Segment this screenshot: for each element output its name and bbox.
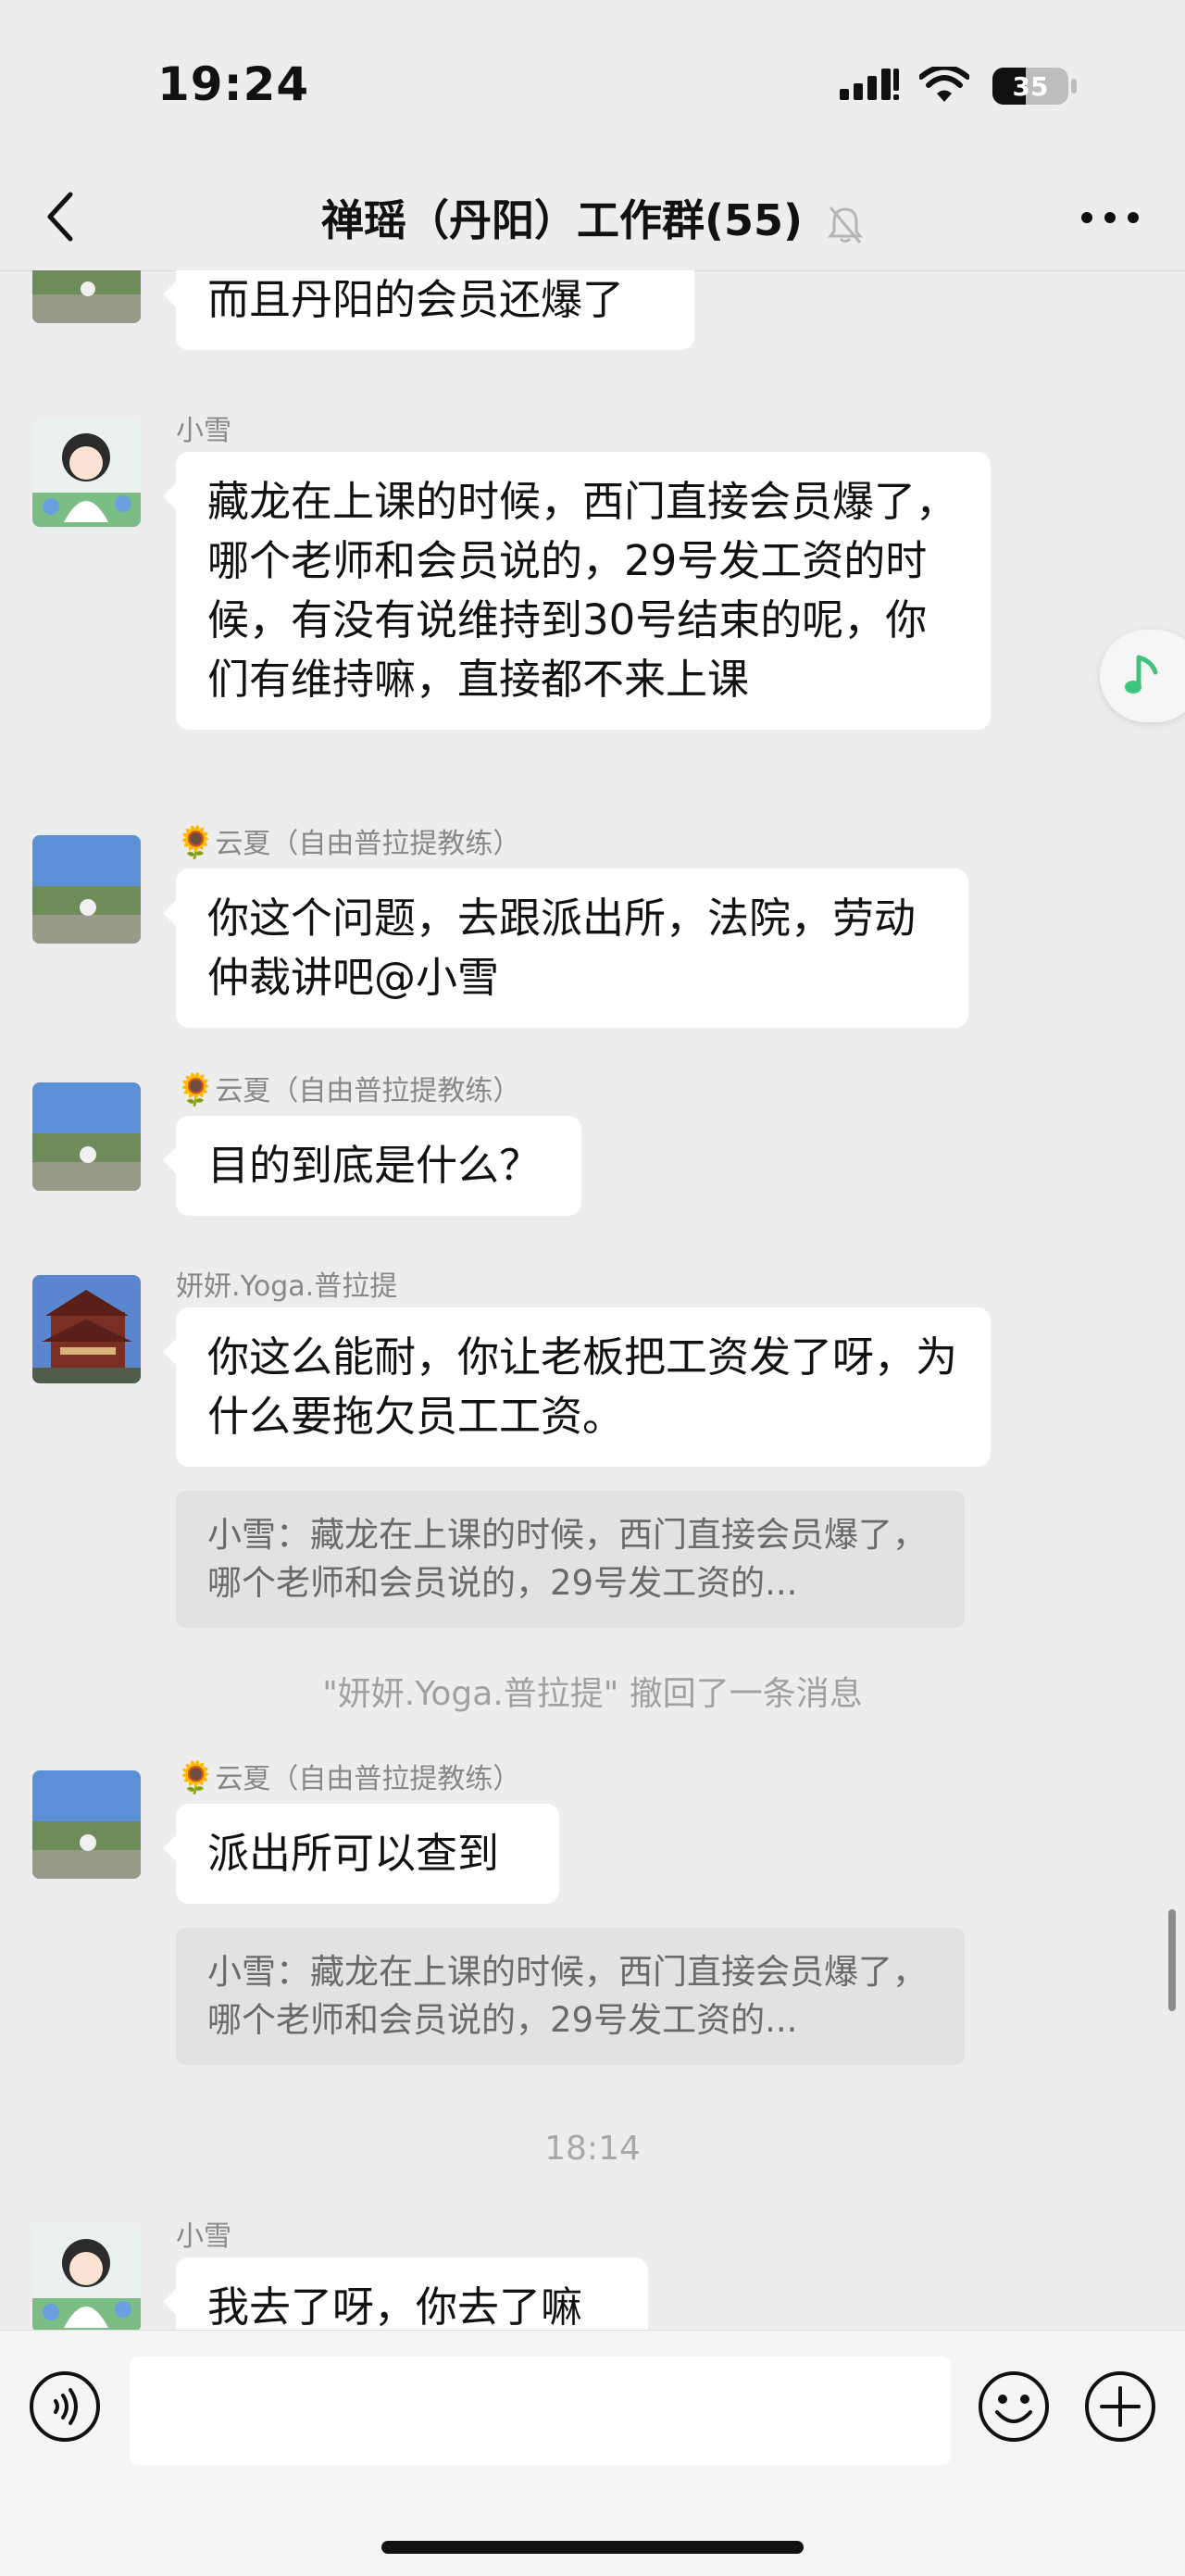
avatar-xiaoxue[interactable]: [32, 2224, 141, 2330]
message-text: 你这个问题，去跟派出所，法院，劳动仲裁讲吧@小雪: [207, 894, 917, 1002]
message-text: 派出所可以查到: [207, 1829, 500, 1878]
avatar-xiaoxue[interactable]: [32, 419, 141, 527]
bell-off-icon: [827, 206, 864, 244]
input-bar: [0, 2330, 1185, 2576]
wifi-icon: [919, 67, 969, 102]
avatar-yunxia[interactable]: [32, 1082, 141, 1191]
sunflower-emoji: 🌻: [176, 1071, 216, 1108]
sunflower-emoji: 🌻: [176, 1759, 216, 1796]
sender-name: 🌻云夏（自由普拉提教练）: [176, 1068, 520, 1108]
message-text: 藏龙在上课的时候，西门直接会员爆了，哪个老师和会员说的，29号发工资的时候，有没…: [207, 477, 958, 704]
sender-name: 妍妍.Yoga.普拉提: [176, 1270, 398, 1303]
sender-name: 小雪: [176, 415, 231, 447]
status-time: 19:24: [157, 57, 310, 111]
nav-bar: 禅瑶（丹阳）工作群(55): [0, 167, 1185, 271]
message-bubble[interactable]: 你这个问题，去跟派出所，法院，劳动仲裁讲吧@小雪: [163, 869, 968, 1028]
recall-notice: "妍妍.Yoga.普拉提" 撤回了一条消息: [322, 1675, 863, 1713]
message-text: 目的到底是什么？: [207, 1141, 542, 1190]
plus-icon[interactable]: [1083, 2370, 1157, 2444]
message-bubble[interactable]: 派出所可以查到: [163, 1804, 559, 1904]
sender-label: 云夏（自由普拉提教练）: [215, 1075, 521, 1107]
battery-level: 35: [1013, 71, 1049, 102]
sender-name: 🌻云夏（自由普拉提教练）: [176, 1756, 520, 1796]
message-text: 我去了呀，你去了嘛: [207, 2282, 583, 2330]
emoji-icon[interactable]: [977, 2370, 1051, 2444]
chat-scrollbar[interactable]: [1168, 1909, 1176, 2011]
sender-name: 小雪: [176, 2220, 231, 2253]
quote-text: 小雪：藏龙在上课的时候，西门直接会员爆了，哪个老师和会员说的，29号发工资的..…: [207, 1515, 927, 1603]
quote-text: 小雪：藏龙在上课的时候，西门直接会员爆了，哪个老师和会员说的，29号发工资的..…: [207, 1952, 927, 2040]
message-text: 你这么能耐，你让老板把工资发了呀，为什么要拖欠员工工资。: [207, 1332, 958, 1441]
voice-icon[interactable]: [28, 2370, 102, 2444]
avatar-yunxia[interactable]: [32, 835, 141, 944]
message-input[interactable]: [130, 2357, 951, 2465]
avatar-yunxia[interactable]: [32, 270, 141, 323]
avatar-yanyan[interactable]: [32, 1275, 141, 1383]
sender-name: 🌻云夏（自由普拉提教练）: [176, 820, 520, 861]
message-bubble[interactable]: 我去了呀，你去了嘛: [163, 2257, 648, 2330]
quoted-message[interactable]: 小雪：藏龙在上课的时候，西门直接会员爆了，哪个老师和会员说的，29号发工资的..…: [176, 1928, 965, 2065]
chat-title-wrap: 禅瑶（丹阳）工作群(55): [0, 187, 1185, 248]
battery-icon: 35: [992, 68, 1077, 105]
message-bubble[interactable]: 藏龙在上课的时候，西门直接会员爆了，哪个老师和会员说的，29号发工资的时候，有没…: [163, 452, 991, 730]
home-indicator: [381, 2541, 804, 2554]
status-bar: 19:24 35: [0, 0, 1185, 167]
message-bubble[interactable]: 你这么能耐，你让老板把工资发了呀，为什么要拖欠员工工资。: [163, 1307, 991, 1467]
message-bubble[interactable]: 而且丹阳的会员还爆了: [163, 270, 694, 350]
sender-label: 云夏（自由普拉提教练）: [215, 1763, 521, 1795]
avatar-yunxia[interactable]: [32, 1770, 141, 1879]
cellular-signal-icon: [840, 69, 899, 100]
message-text: 而且丹阳的会员还爆了: [207, 275, 625, 324]
music-note-icon: [1125, 655, 1158, 694]
sunflower-emoji: 🌻: [176, 824, 216, 861]
quoted-message[interactable]: 小雪：藏龙在上课的时候，西门直接会员爆了，哪个老师和会员说的，29号发工资的..…: [176, 1491, 965, 1628]
floating-music-button[interactable]: [1100, 630, 1185, 722]
more-dots-icon[interactable]: [1078, 204, 1142, 231]
sender-label: 云夏（自由普拉提教练）: [215, 828, 521, 860]
chat-messages[interactable]: 而且丹阳的会员还爆了 小雪 藏龙在上课的时候，西门直接会员爆了，哪个老师和会员说…: [0, 270, 1185, 2330]
message-bubble[interactable]: 目的到底是什么？: [163, 1116, 581, 1216]
chat-title: 禅瑶（丹阳）工作群(55): [320, 195, 804, 245]
time-separator: 18:14: [544, 2130, 641, 2168]
